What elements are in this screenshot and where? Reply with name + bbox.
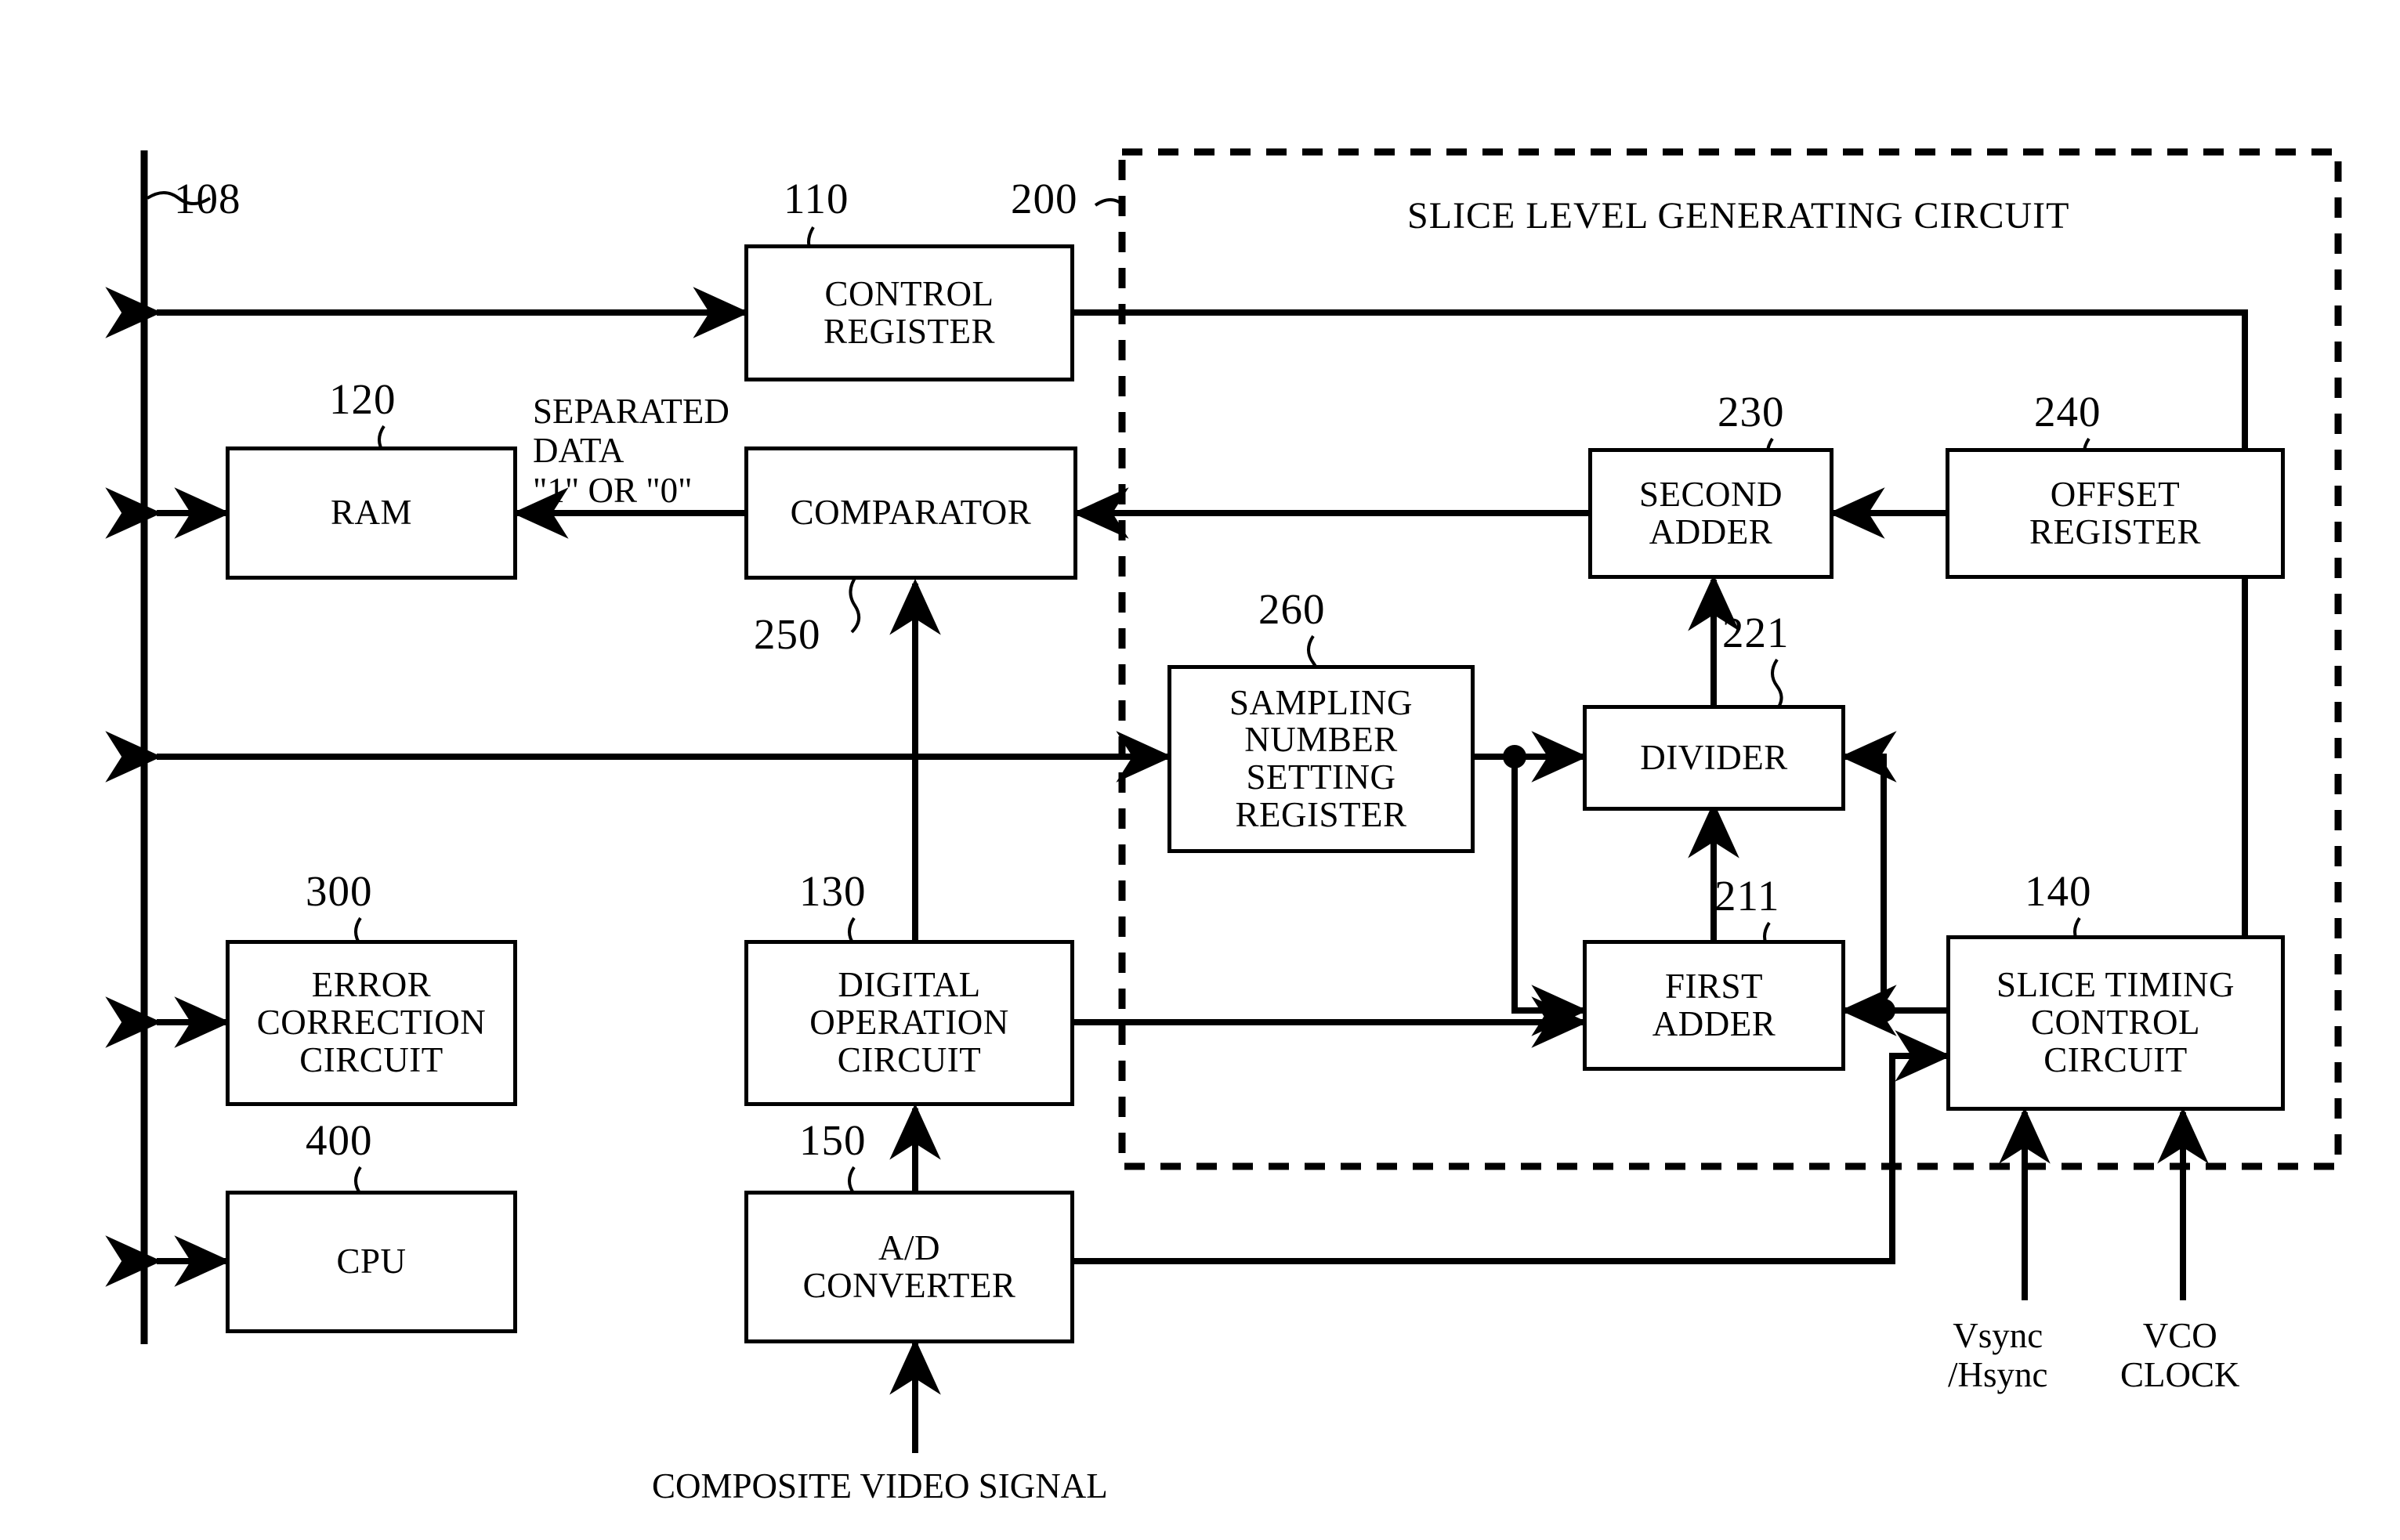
vsync-hsync-label: Vsync /Hsync bbox=[1948, 1316, 2048, 1395]
block-ad-converter-label: A/D CONVERTER bbox=[802, 1227, 1016, 1305]
block-offset-register[interactable]: OFFSET REGISTER bbox=[1946, 448, 2285, 579]
block-divider-label: DIVIDER bbox=[1640, 737, 1788, 777]
figure-canvas: CONTROL REGISTER RAM COMPARATOR SECOND A… bbox=[0, 0, 2400, 1540]
ref-label-130: 130 bbox=[799, 867, 867, 915]
ref-label-200: 200 bbox=[1011, 175, 1078, 222]
block-error-correction-circuit-label: ERROR CORRECTION CIRCUIT bbox=[256, 965, 487, 1079]
ref-label-250: 250 bbox=[754, 610, 821, 658]
ref-label-211: 211 bbox=[1714, 872, 1780, 920]
block-first-adder[interactable]: FIRST ADDER bbox=[1583, 940, 1845, 1071]
block-comparator[interactable]: COMPARATOR bbox=[744, 446, 1077, 580]
slice-level-generating-circuit-title: SLICE LEVEL GENERATING CIRCUIT bbox=[1407, 195, 2070, 237]
ref-label-110: 110 bbox=[784, 175, 849, 222]
wire-ad-converter-to-slice-timing bbox=[1074, 1030, 1952, 1264]
block-error-correction-circuit[interactable]: ERROR CORRECTION CIRCUIT bbox=[226, 940, 517, 1106]
ref-label-150: 150 bbox=[799, 1116, 867, 1164]
block-second-adder[interactable]: SECOND ADDER bbox=[1588, 448, 1833, 579]
leader-221 bbox=[1771, 658, 1783, 713]
block-comparator-label: COMPARATOR bbox=[790, 493, 1032, 533]
block-sampling-number-setting-register[interactable]: SAMPLING NUMBER SETTING REGISTER bbox=[1167, 665, 1475, 853]
block-digital-operation-circuit[interactable]: DIGITAL OPERATION CIRCUIT bbox=[744, 940, 1074, 1106]
block-slice-timing-control-circuit-label: SLICE TIMING CONTROL CIRCUIT bbox=[1996, 965, 2235, 1079]
block-control-register[interactable]: CONTROL REGISTER bbox=[744, 244, 1074, 381]
block-second-adder-label: SECOND ADDER bbox=[1638, 474, 1783, 551]
block-ram[interactable]: RAM bbox=[226, 446, 517, 580]
block-control-register-label: CONTROL REGISTER bbox=[823, 273, 995, 351]
block-digital-operation-circuit-label: DIGITAL OPERATION CIRCUIT bbox=[809, 965, 1009, 1079]
composite-video-signal-label: COMPOSITE VIDEO SIGNAL bbox=[652, 1466, 1108, 1506]
ref-label-400: 400 bbox=[306, 1116, 373, 1164]
leader-250 bbox=[849, 574, 861, 634]
block-divider[interactable]: DIVIDER bbox=[1583, 705, 1845, 811]
block-cpu[interactable]: CPU bbox=[226, 1191, 517, 1333]
ref-label-221: 221 bbox=[1722, 609, 1790, 656]
ref-label-108: 108 bbox=[174, 175, 241, 222]
ref-label-140: 140 bbox=[2025, 867, 2092, 915]
block-offset-register-label: OFFSET REGISTER bbox=[2029, 474, 2201, 551]
block-ad-converter[interactable]: A/D CONVERTER bbox=[744, 1191, 1074, 1343]
block-first-adder-label: FIRST ADDER bbox=[1652, 966, 1776, 1043]
ref-label-230: 230 bbox=[1718, 388, 1785, 436]
block-sampling-number-setting-register-label: SAMPLING NUMBER SETTING REGISTER bbox=[1229, 682, 1414, 834]
block-slice-timing-control-circuit[interactable]: SLICE TIMING CONTROL CIRCUIT bbox=[1946, 935, 2285, 1111]
vco-clock-label: VCO CLOCK bbox=[2120, 1316, 2240, 1395]
block-cpu-label: CPU bbox=[336, 1242, 407, 1282]
wire-slice-timing-to-divider bbox=[1840, 731, 1897, 1010]
separated-data-annotation: SEPARATED DATA "1" OR "0" bbox=[533, 392, 729, 510]
ref-label-300: 300 bbox=[306, 867, 373, 915]
ref-label-260: 260 bbox=[1258, 585, 1326, 633]
ref-label-240: 240 bbox=[2034, 388, 2101, 436]
wire-sampling-register-to-first-adder bbox=[1511, 757, 1588, 1036]
block-ram-label: RAM bbox=[330, 493, 413, 533]
ref-label-120: 120 bbox=[329, 375, 396, 423]
